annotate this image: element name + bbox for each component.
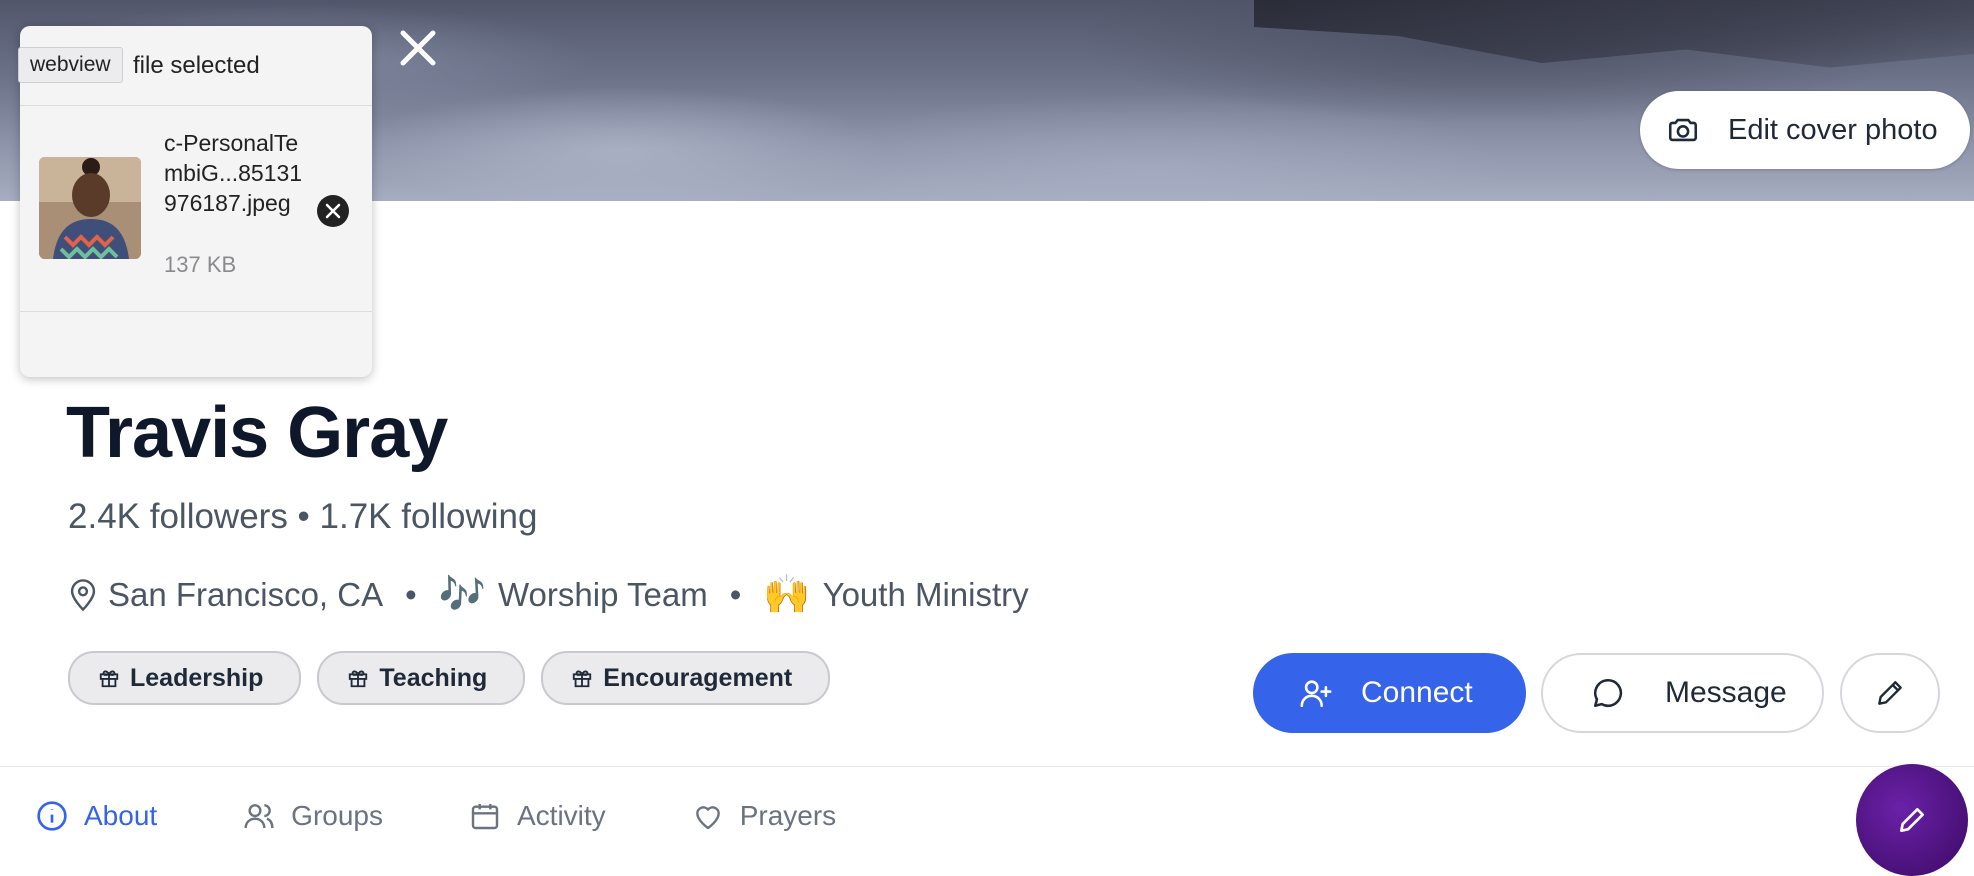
profile-meta: San Francisco, CA • 🎶 Worship Team • 🙌 Y… [68,570,1029,620]
gift-icon [573,670,592,688]
cover-mountain-ridge [1254,0,1974,68]
pencil-icon [1878,681,1902,705]
file-picker-title: file selected [133,52,260,79]
follower-stats: 2.4K followers • 1.7K following [68,497,538,536]
tab-label: About [84,800,158,831]
file-thumbnail [39,157,141,259]
selected-file-row: c-PersonalTembiG...85131976187.jpeg 137 … [20,106,372,312]
chat-bubble-icon [1593,678,1623,708]
compose-fab-button[interactable] [1856,764,1968,876]
chip-leadership[interactable]: Leadership [68,651,302,705]
tab-activity[interactable]: Activity [469,800,606,832]
edit-cover-photo-label: Edit cover photo [1728,113,1938,146]
chip-encouragement[interactable]: Encouragement [541,651,831,705]
message-button[interactable]: Message [1541,653,1824,733]
tab-about[interactable]: About [36,800,157,832]
message-label: Message [1665,676,1787,709]
users-icon [244,804,274,829]
remove-file-icon[interactable] [316,194,350,228]
tab-label: Prayers [739,800,837,831]
chip-teaching[interactable]: Teaching [317,651,526,705]
raising-hands-icon: 🙌 [763,574,811,616]
location-pin-icon [70,579,96,612]
heart-icon [695,806,720,830]
gift-icon [99,670,119,688]
webview-tooltip: webview [18,47,123,83]
pencil-icon [1900,808,1924,832]
file-name: c-PersonalTembiG...85131976187.jpeg [164,130,303,216]
connect-label: Connect [1361,676,1473,709]
team-text: Worship Team [498,576,708,613]
calendar-icon [471,804,499,830]
tab-groups[interactable]: Groups [243,800,383,832]
connect-button[interactable]: Connect [1253,653,1526,733]
chip-label: Teaching [379,663,488,692]
music-notes-icon: 🎶 [438,574,486,616]
profile-tabs: About Groups Activity Prayers [36,800,922,832]
tab-prayers[interactable]: Prayers [692,800,836,832]
portrait-image [39,157,141,259]
meta-separator: • [405,576,417,613]
location-text: San Francisco, CA [108,576,384,613]
tab-label: Activity [517,800,606,831]
gift-icon [349,670,368,688]
info-icon [37,801,67,831]
edit-profile-button[interactable] [1840,653,1940,733]
file-size: 137 KB [164,252,237,277]
chip-label: Leadership [130,663,264,692]
edit-cover-photo-button[interactable]: Edit cover photo [1640,91,1970,169]
ministry-text: Youth Ministry [822,576,1029,613]
chip-label: Encouragement [603,663,793,692]
gift-chips: Leadership Teaching Encouragement [68,651,831,705]
camera-icon [1668,118,1698,142]
meta-separator: • [729,576,742,613]
add-user-icon [1300,680,1332,708]
tab-label: Groups [291,800,383,831]
profile-name: Travis Gray [66,393,448,473]
close-icon[interactable] [398,28,438,68]
tabs-divider [0,766,1974,767]
